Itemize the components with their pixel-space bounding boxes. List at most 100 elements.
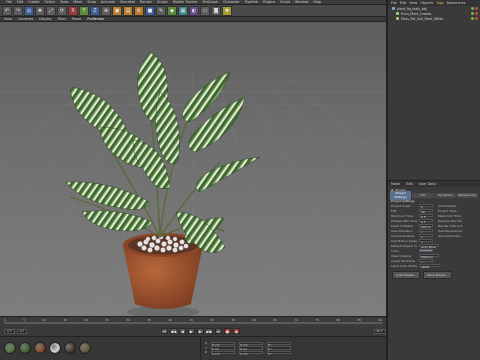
attr-menu-user-data[interactable]: User Data bbox=[419, 182, 436, 186]
attr-dropdown[interactable]: Medium bbox=[419, 253, 439, 259]
redo-icon[interactable]: ↷ bbox=[13, 5, 23, 16]
material-swatch[interactable] bbox=[49, 342, 61, 354]
om-tab-tags[interactable]: Tags bbox=[436, 1, 444, 5]
material-tag-icon[interactable] bbox=[475, 12, 478, 15]
end-frame-field[interactable]: 90 F bbox=[373, 328, 386, 334]
record-icon[interactable]: ● bbox=[223, 328, 231, 334]
attr-checkbox[interactable]: ✓ bbox=[419, 233, 433, 239]
attr-value[interactable]: 0 F bbox=[419, 213, 433, 219]
visibility-dot-icon[interactable] bbox=[471, 17, 474, 20]
axis-z-icon[interactable]: Z bbox=[90, 5, 100, 16]
menu-edit[interactable]: Edit bbox=[17, 0, 24, 4]
attr-menu-mode[interactable]: Mode bbox=[391, 182, 400, 186]
om-tab-bookmarks[interactable]: Bookmarks bbox=[447, 1, 466, 5]
array-icon[interactable]: ▦ bbox=[178, 5, 188, 16]
menu-window[interactable]: Window bbox=[295, 0, 308, 4]
material-swatch[interactable] bbox=[79, 342, 91, 354]
go-start-icon[interactable]: ⏮ bbox=[160, 328, 168, 334]
light-icon[interactable]: ✺ bbox=[222, 5, 232, 16]
material-tag-icon[interactable] bbox=[475, 17, 478, 20]
coord-field[interactable]: 0 cm bbox=[239, 341, 264, 347]
deformer-icon[interactable]: ◐ bbox=[189, 5, 199, 16]
attr-menu-edit[interactable]: Edit bbox=[406, 182, 413, 186]
plant-pot[interactable] bbox=[123, 233, 203, 316]
3d-viewport[interactable] bbox=[0, 22, 386, 316]
menu-motion-tracker[interactable]: Motion Tracker bbox=[173, 0, 198, 4]
viewport-menu-cameras[interactable]: Cameras bbox=[18, 17, 33, 21]
next-key-icon[interactable]: ▶▶ bbox=[205, 328, 213, 334]
coord-field[interactable]: 0 cm bbox=[210, 346, 235, 351]
live-selection-icon[interactable]: ◎ bbox=[24, 5, 34, 16]
move-icon[interactable]: ✥ bbox=[35, 5, 45, 16]
render-picture-viewer-icon[interactable]: ▤ bbox=[123, 5, 133, 16]
menu-mograph[interactable]: MoGraph bbox=[203, 0, 218, 4]
object-row[interactable]: Ficus_Pot_Soil_Plant_White bbox=[388, 16, 480, 21]
scale-icon[interactable]: ⤢ bbox=[46, 5, 56, 16]
material-swatch[interactable] bbox=[34, 342, 46, 354]
coord-field[interactable]: 0 cm bbox=[238, 346, 263, 351]
viewport-menu-panel[interactable]: Panel bbox=[72, 17, 81, 21]
menu-render[interactable]: Render bbox=[140, 0, 152, 4]
menu-select[interactable]: Select bbox=[45, 0, 55, 4]
menu-simulate[interactable]: Simulate bbox=[120, 0, 135, 4]
tab-dynamics[interactable]: Dynamics bbox=[434, 192, 456, 198]
material-swatch[interactable] bbox=[4, 342, 16, 354]
autokey-icon[interactable]: ◉ bbox=[232, 328, 240, 334]
menu-file[interactable]: File bbox=[6, 0, 12, 4]
coordinate-system-icon[interactable]: ⊕ bbox=[101, 5, 111, 16]
render-view-icon[interactable]: ▣ bbox=[112, 5, 122, 16]
tab-info[interactable]: Info bbox=[412, 192, 434, 198]
viewport-menu-display[interactable]: Display bbox=[39, 17, 52, 21]
pen-icon[interactable]: ✎ bbox=[156, 5, 166, 16]
viewport-menu-filter[interactable]: Filter bbox=[58, 17, 66, 21]
prev-frame-icon[interactable]: ◀ bbox=[178, 328, 186, 334]
save-preset-button[interactable]: Save Preset... bbox=[423, 271, 452, 279]
axis-y-icon[interactable]: Y bbox=[79, 5, 89, 16]
viewport-menu-view[interactable]: View bbox=[4, 17, 12, 21]
color-swatch[interactable] bbox=[419, 248, 433, 253]
attr-dropdown[interactable]: sRGB bbox=[419, 263, 439, 269]
coord-field[interactable]: 0 cm bbox=[239, 350, 264, 356]
load-preset-button[interactable]: Load Preset... bbox=[392, 271, 421, 279]
coord-field[interactable]: 0 cm bbox=[211, 341, 236, 347]
timeline[interactable]: 0 5 10 15 20 25 30 35 40 45 50 55 60 65 … bbox=[0, 316, 386, 326]
subdivision-icon[interactable]: ◆ bbox=[167, 5, 177, 16]
om-tab-edit[interactable]: Edit bbox=[400, 1, 407, 5]
om-tab-objects[interactable]: Objects bbox=[420, 1, 433, 5]
floor-icon[interactable]: ▭ bbox=[200, 5, 210, 16]
coord-field[interactable]: 0 ° bbox=[267, 350, 292, 356]
camera-icon[interactable]: ◙ bbox=[211, 5, 221, 16]
go-end-icon[interactable]: ⏭ bbox=[214, 328, 222, 334]
start-frame-field[interactable]: 0 F bbox=[4, 328, 15, 334]
menu-character[interactable]: Character bbox=[223, 0, 240, 4]
timeline-track[interactable] bbox=[4, 322, 382, 324]
next-frame-icon[interactable]: ▶ bbox=[196, 328, 204, 334]
undo-icon[interactable]: ↶ bbox=[2, 5, 12, 16]
attr-checkbox[interactable]: ✓ bbox=[419, 238, 433, 244]
material-swatch[interactable] bbox=[64, 342, 76, 354]
menu-create[interactable]: Create bbox=[28, 0, 39, 4]
play-icon[interactable]: ▶ bbox=[187, 328, 195, 334]
prev-key-icon[interactable]: ◀◀ bbox=[169, 328, 177, 334]
axis-x-icon[interactable]: X bbox=[68, 5, 78, 16]
attr-value[interactable]: 1 bbox=[419, 203, 433, 209]
current-frame-field[interactable]: 0 F bbox=[16, 328, 28, 334]
menu-help[interactable]: Help bbox=[313, 0, 321, 4]
tab-referencing[interactable]: Referencing bbox=[456, 192, 478, 198]
attr-checkbox[interactable]: ✓ bbox=[419, 258, 433, 264]
cube-icon[interactable]: ■ bbox=[145, 5, 155, 16]
render-settings-icon[interactable]: ⚙ bbox=[134, 5, 144, 16]
om-tab-view[interactable]: View bbox=[409, 1, 417, 5]
menu-snap[interactable]: Snap bbox=[87, 0, 96, 4]
attr-value[interactable]: 100 % bbox=[419, 223, 433, 229]
attr-checkbox[interactable]: ✓ bbox=[419, 228, 433, 234]
attr-value[interactable]: 0 F bbox=[419, 218, 433, 224]
menu-sculpt[interactable]: Sculpt bbox=[157, 0, 168, 4]
menu-pipeline[interactable]: Pipeline bbox=[245, 0, 258, 4]
menu-tools[interactable]: Tools bbox=[60, 0, 68, 4]
material-tag-icon[interactable] bbox=[475, 7, 478, 10]
coord-field[interactable]: 0 cm bbox=[211, 350, 236, 356]
visibility-dot-icon[interactable] bbox=[471, 7, 474, 10]
menu-animate[interactable]: Animate bbox=[101, 0, 115, 4]
menu-mesh[interactable]: Mesh bbox=[73, 0, 82, 4]
